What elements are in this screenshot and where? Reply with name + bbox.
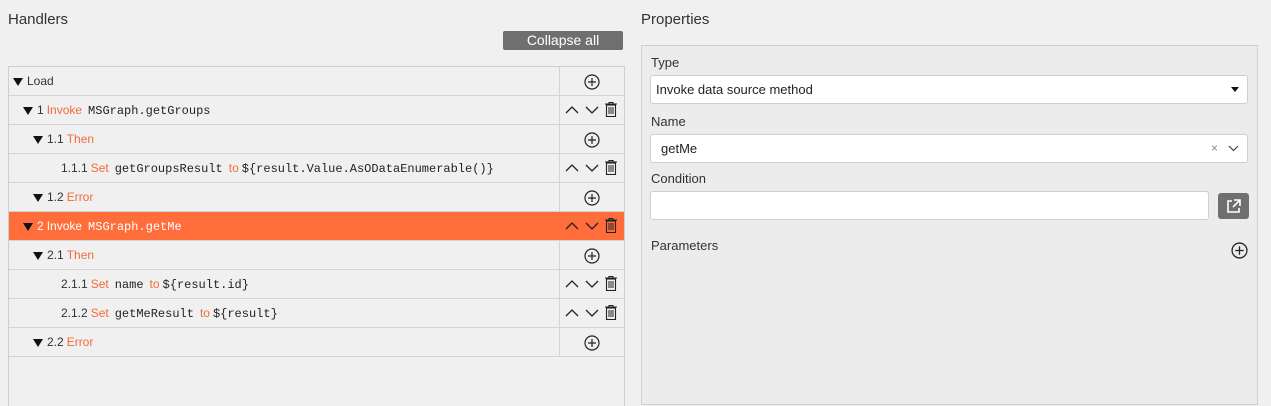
- tree-row-1-1[interactable]: 1.1 Then: [9, 125, 624, 154]
- parameters-label: Parameters: [651, 238, 719, 253]
- row-number: 2: [37, 219, 44, 233]
- row-expression: ${result.id}: [162, 278, 249, 292]
- move-down-icon[interactable]: [585, 161, 599, 175]
- condition-label: Condition: [651, 171, 706, 186]
- tree-row-load[interactable]: Load: [9, 67, 624, 96]
- expand-triangle-icon[interactable]: [33, 194, 43, 202]
- handlers-tree: Load 1 Invoke MSGraph.getGroups 1.1 Then…: [8, 66, 625, 406]
- row-keyword: Invoke: [46, 103, 83, 117]
- row-code: MSGraph.getMe: [88, 220, 182, 234]
- add-circle-icon[interactable]: [584, 248, 600, 264]
- row-number: 1: [37, 103, 44, 117]
- row-to-keyword: to: [149, 277, 160, 291]
- row-keyword: Error: [66, 335, 94, 349]
- properties-title: Properties: [641, 11, 710, 28]
- row-expression: ${result}: [212, 307, 278, 321]
- row-code: name: [114, 278, 144, 292]
- condition-input[interactable]: [650, 191, 1209, 220]
- external-link-icon: [1226, 199, 1241, 219]
- move-down-icon[interactable]: [585, 277, 599, 291]
- handlers-title: Handlers: [8, 11, 69, 28]
- row-number: 2.1.2: [61, 306, 88, 320]
- row-number: 1.1: [47, 132, 64, 146]
- trash-icon[interactable]: [605, 276, 617, 291]
- row-keyword: Then: [66, 132, 95, 146]
- tree-row-2-1-1[interactable]: 2.1.1 Set name to ${result.id}: [9, 270, 624, 299]
- add-circle-icon[interactable]: [584, 74, 600, 90]
- row-code: getGroupsResult: [114, 162, 223, 176]
- collapse-all-button[interactable]: Collapse all: [503, 31, 623, 50]
- properties-panel: Type Invoke data source method Name getM…: [641, 45, 1258, 405]
- tree-row-1-2[interactable]: 1.2 Error: [9, 183, 624, 212]
- row-label: Load: [27, 74, 54, 88]
- move-up-icon[interactable]: [565, 161, 579, 175]
- type-select[interactable]: Invoke data source method: [650, 75, 1248, 104]
- tree-row-1-1-1[interactable]: 1.1.1 Set getGroupsResult to ${result.Value.…: [9, 154, 624, 183]
- row-number: 1.2: [47, 190, 64, 204]
- row-number: 2.2: [47, 335, 64, 349]
- type-select-value: Invoke data source method: [656, 82, 813, 97]
- expand-triangle-icon[interactable]: [13, 78, 23, 86]
- trash-icon[interactable]: [605, 102, 617, 117]
- add-parameter-icon[interactable]: [1231, 242, 1248, 264]
- row-keyword: Invoke: [46, 219, 83, 233]
- row-number: 2.1: [47, 248, 64, 262]
- row-keyword: Error: [66, 190, 94, 204]
- add-circle-icon[interactable]: [584, 335, 600, 351]
- add-circle-icon[interactable]: [584, 132, 600, 148]
- tree-row-2-selected[interactable]: 2 Invoke MSGraph.getMe: [9, 212, 624, 241]
- tree-row-2-1[interactable]: 2.1 Then: [9, 241, 624, 270]
- row-keyword: Set: [90, 306, 109, 320]
- row-code: MSGraph.getGroups: [88, 104, 211, 118]
- tree-row-1[interactable]: 1 Invoke MSGraph.getGroups: [9, 96, 624, 125]
- row-number: 2.1.1: [61, 277, 88, 291]
- trash-icon[interactable]: [605, 305, 617, 320]
- expand-triangle-icon[interactable]: [33, 339, 43, 347]
- clear-icon[interactable]: ×: [1211, 135, 1218, 162]
- dropdown-caret-icon: [1231, 76, 1239, 112]
- chevron-down-icon[interactable]: [1228, 135, 1239, 171]
- add-circle-icon[interactable]: [584, 190, 600, 206]
- open-editor-button[interactable]: [1218, 193, 1249, 219]
- move-down-icon[interactable]: [585, 306, 599, 320]
- name-label: Name: [651, 114, 686, 129]
- row-number: 1.1.1: [61, 161, 88, 175]
- trash-icon[interactable]: [605, 160, 617, 175]
- expand-triangle-icon[interactable]: [23, 223, 33, 231]
- row-keyword: Set: [90, 161, 109, 175]
- row-to-keyword: to: [199, 306, 210, 320]
- expand-triangle-icon[interactable]: [33, 252, 43, 260]
- name-combobox[interactable]: getMe ×: [650, 134, 1248, 163]
- expand-triangle-icon[interactable]: [23, 107, 33, 115]
- row-expression: ${result.Value.AsODataEnumerable()}: [241, 162, 494, 176]
- move-up-icon[interactable]: [565, 219, 579, 233]
- move-up-icon[interactable]: [565, 277, 579, 291]
- type-label: Type: [651, 55, 680, 70]
- trash-icon[interactable]: [605, 218, 617, 233]
- tree-row-2-2[interactable]: 2.2 Error: [9, 328, 624, 357]
- tree-row-2-1-2[interactable]: 2.1.2 Set getMeResult to ${result}: [9, 299, 624, 328]
- move-down-icon[interactable]: [585, 103, 599, 117]
- move-up-icon[interactable]: [565, 306, 579, 320]
- row-keyword: Then: [66, 248, 95, 262]
- move-down-icon[interactable]: [585, 219, 599, 233]
- row-keyword: Set: [90, 277, 109, 291]
- expand-triangle-icon[interactable]: [33, 136, 43, 144]
- move-up-icon[interactable]: [565, 103, 579, 117]
- name-value: getMe: [661, 141, 698, 156]
- row-to-keyword: to: [228, 161, 239, 175]
- row-code: getMeResult: [114, 307, 194, 321]
